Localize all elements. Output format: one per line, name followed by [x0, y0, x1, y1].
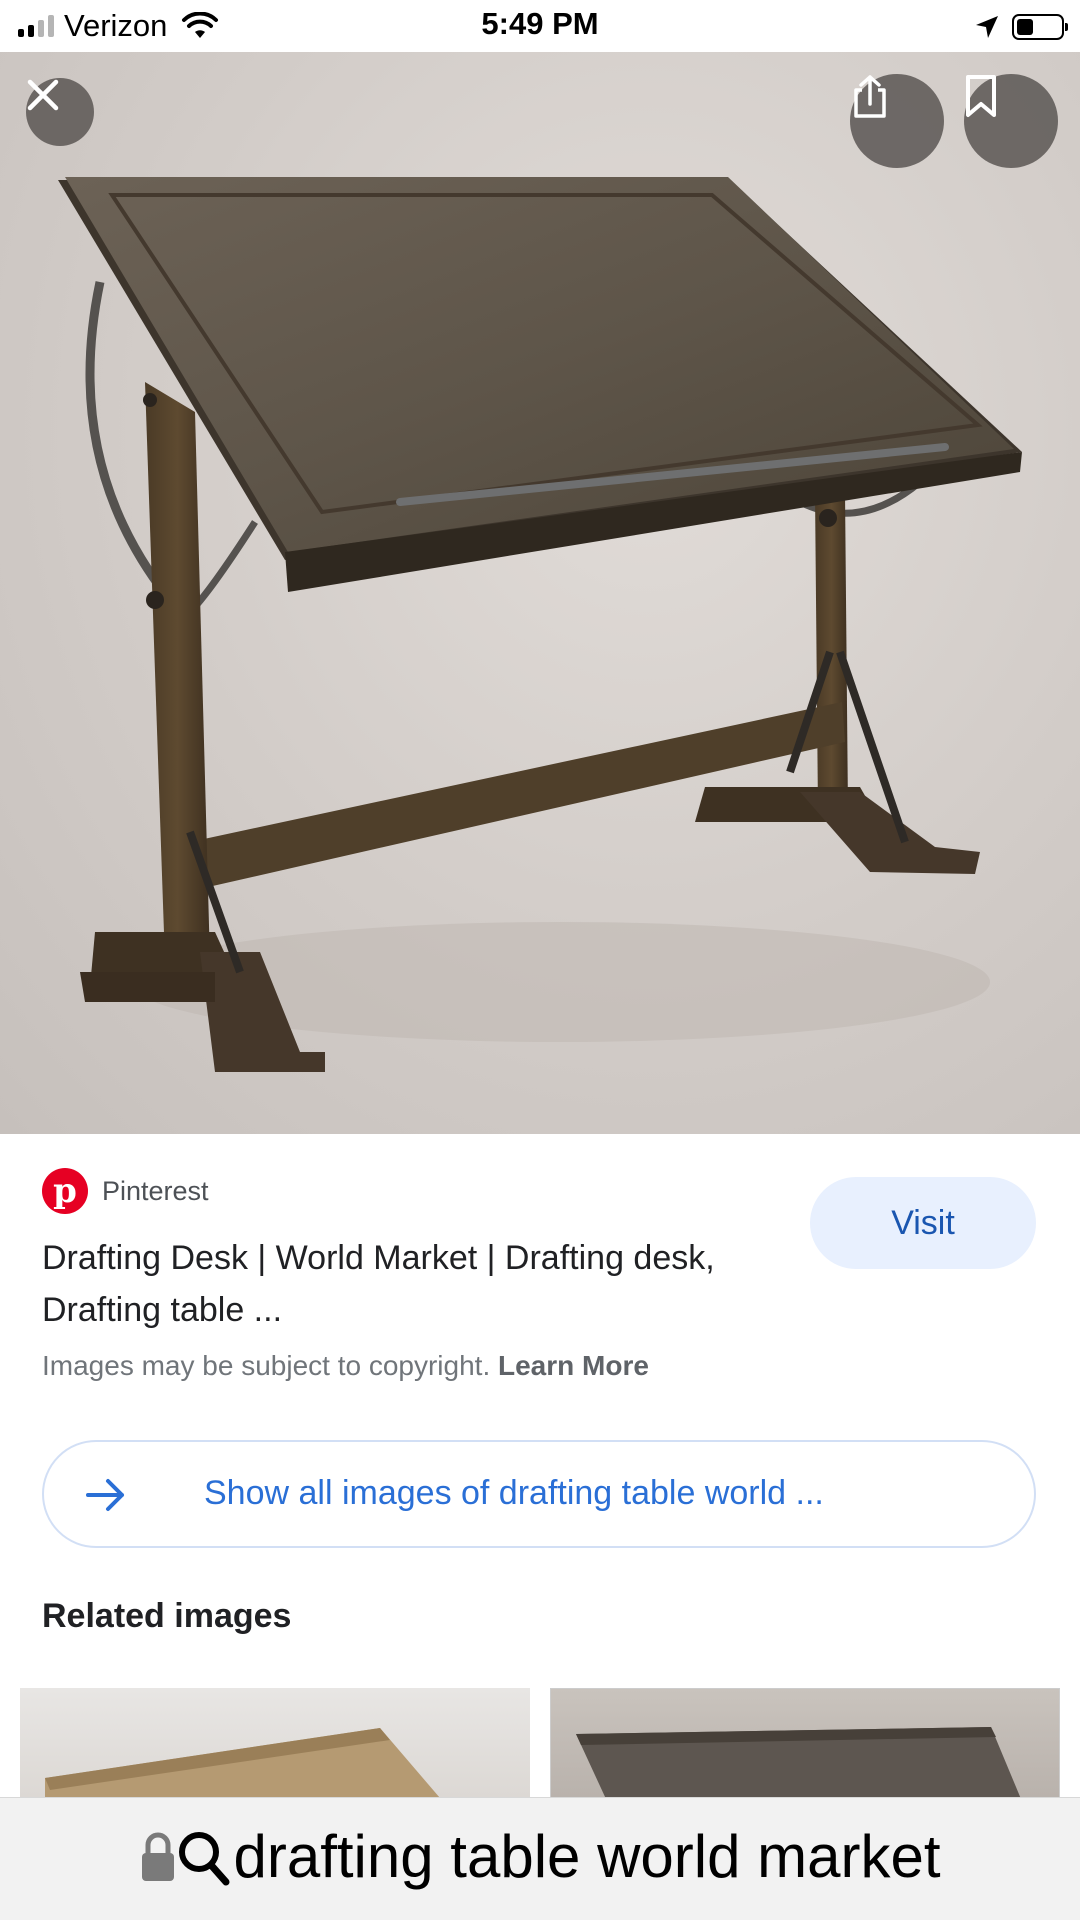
hero-image[interactable]	[0, 52, 1080, 1134]
copyright-notice: Images may be subject to copyright. Lear…	[42, 1350, 649, 1382]
location-arrow-icon	[976, 16, 998, 38]
address-bar-text: drafting table world market	[233, 1823, 941, 1890]
status-time: 5:49 PM	[481, 6, 599, 41]
status-right	[974, 10, 1068, 44]
status-bar: Verizon 5:49 PM	[0, 0, 1080, 52]
share-button[interactable]	[850, 74, 944, 168]
arrow-right-icon	[86, 1479, 124, 1511]
drafting-table-illustration	[58, 177, 1022, 1072]
related-image-1[interactable]	[20, 1688, 530, 1798]
battery-icon	[1012, 14, 1068, 40]
search-icon	[178, 1831, 229, 1885]
bookmark-button[interactable]	[964, 74, 1058, 168]
related-image-2[interactable]	[550, 1688, 1060, 1798]
copyright-text: Images may be subject to copyright.	[42, 1350, 491, 1381]
close-button[interactable]	[26, 78, 94, 146]
visit-button[interactable]: Visit	[810, 1177, 1036, 1269]
lock-icon	[141, 1832, 174, 1881]
close-icon	[27, 79, 59, 111]
share-icon	[854, 75, 886, 118]
related-image-2-drawing	[576, 1727, 1021, 1797]
learn-more-link[interactable]: Learn More	[498, 1350, 649, 1381]
bookmark-icon	[966, 75, 996, 117]
related-images-heading: Related images	[42, 1597, 292, 1635]
address-bar[interactable]: drafting table world market	[0, 1797, 1080, 1920]
result-title[interactable]: Drafting Desk | World Market | Drafting …	[42, 1232, 742, 1336]
show-all-button[interactable]: Show all images of drafting table world …	[42, 1440, 1036, 1548]
related-image-1-drawing	[45, 1728, 440, 1798]
show-all-label: Show all images of drafting table world …	[204, 1474, 824, 1512]
source-row[interactable]: p Pinterest	[42, 1168, 209, 1214]
source-name: Pinterest	[102, 1175, 209, 1206]
pinterest-logo-icon: p	[42, 1168, 88, 1214]
address-bar-content: drafting table world market	[0, 1822, 1080, 1891]
